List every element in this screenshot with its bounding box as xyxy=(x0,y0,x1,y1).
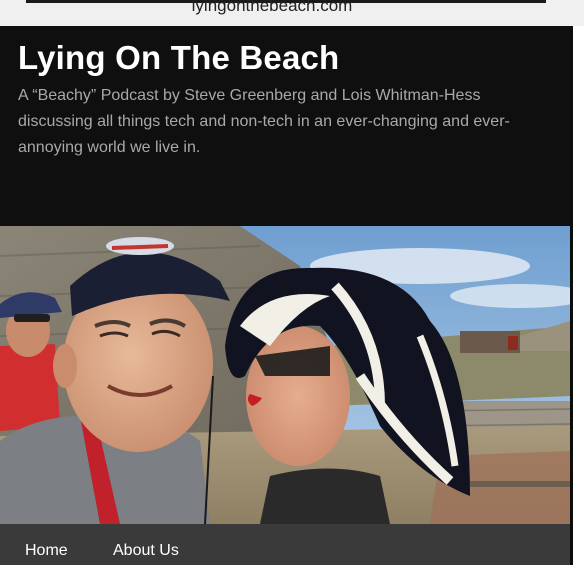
nav-home-link[interactable]: Home xyxy=(25,542,68,560)
browser-address-bar: lyingonthebeach.com xyxy=(0,0,584,26)
page-margin xyxy=(573,26,584,565)
nav-about-us-link[interactable]: About Us xyxy=(113,542,179,560)
main-navigation: Home About Us xyxy=(0,524,570,565)
site-header: Lying On The Beach A “Beachy” Podcast by… xyxy=(0,26,570,226)
site-title[interactable]: Lying On The Beach xyxy=(18,39,339,77)
site-tagline: A “Beachy” Podcast by Steve Greenberg an… xyxy=(18,87,510,156)
header-photo xyxy=(0,226,570,524)
url-text[interactable]: lyingonthebeach.com xyxy=(0,0,544,16)
